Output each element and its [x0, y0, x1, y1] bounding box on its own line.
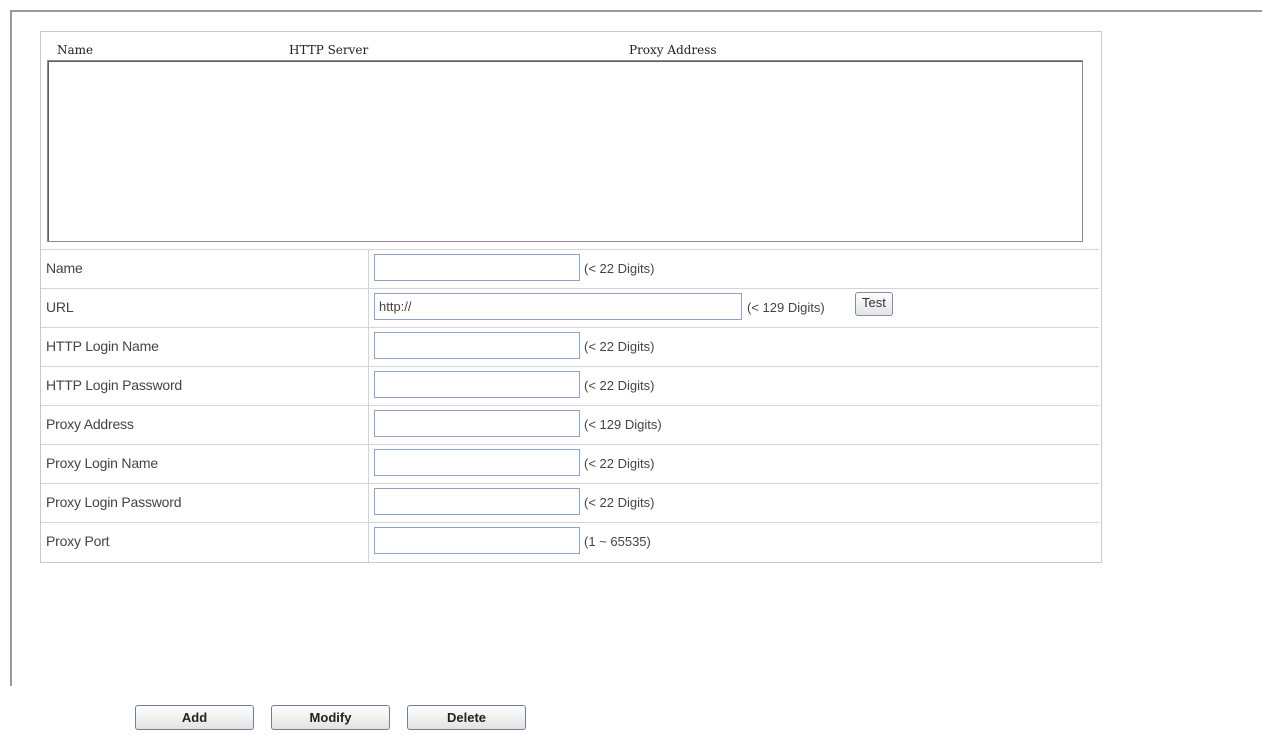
url-hint: (< 129 Digits)	[747, 300, 825, 315]
modify-button[interactable]: Modify	[271, 705, 390, 730]
row-divider	[368, 289, 369, 327]
proxy-settings-panel: Name HTTP Server Proxy Address Name (< 2…	[40, 31, 1102, 563]
form-row-http-login-password: HTTP Login Password (< 22 Digits)	[41, 366, 1099, 405]
http-login-name-input[interactable]	[374, 332, 580, 359]
row-divider	[368, 367, 369, 405]
proxy-login-password-label: Proxy Login Password	[46, 494, 182, 510]
add-button[interactable]: Add	[135, 705, 254, 730]
list-header: Name HTTP Server Proxy Address	[49, 40, 1084, 62]
row-divider	[368, 250, 369, 288]
form-row-url: URL (< 129 Digits) Test	[41, 288, 1099, 327]
form-row-http-login-name: HTTP Login Name (< 22 Digits)	[41, 327, 1099, 366]
row-divider	[368, 523, 369, 562]
form-row-name: Name (< 22 Digits)	[41, 249, 1099, 288]
http-login-name-hint: (< 22 Digits)	[584, 339, 655, 354]
proxy-port-label: Proxy Port	[46, 533, 110, 549]
name-input[interactable]	[374, 254, 580, 281]
column-header-http-server: HTTP Server	[289, 43, 369, 57]
http-login-password-label: HTTP Login Password	[46, 377, 183, 393]
url-input[interactable]	[374, 293, 742, 320]
action-bar: Add Modify Delete	[0, 705, 1262, 733]
http-login-name-label: HTTP Login Name	[46, 338, 159, 354]
proxy-address-label: Proxy Address	[46, 416, 134, 432]
form-row-proxy-login-password: Proxy Login Password (< 22 Digits)	[41, 483, 1099, 522]
row-divider	[368, 445, 369, 483]
form-row-proxy-address: Proxy Address (< 129 Digits)	[41, 405, 1099, 444]
proxy-login-password-hint: (< 22 Digits)	[584, 495, 655, 510]
proxy-address-hint: (< 129 Digits)	[584, 417, 662, 432]
proxy-port-hint: (1 ~ 65535)	[584, 534, 651, 549]
row-divider	[368, 406, 369, 444]
http-login-password-input[interactable]	[374, 371, 580, 398]
http-login-password-hint: (< 22 Digits)	[584, 378, 655, 393]
proxy-login-name-input[interactable]	[374, 449, 580, 476]
column-header-proxy-address: Proxy Address	[629, 43, 717, 57]
name-hint: (< 22 Digits)	[584, 261, 655, 276]
column-header-name: Name	[57, 43, 94, 57]
test-button[interactable]: Test	[855, 292, 893, 316]
name-label: Name	[46, 260, 83, 276]
proxy-address-input[interactable]	[374, 410, 580, 437]
url-label: URL	[46, 299, 74, 315]
proxy-port-input[interactable]	[374, 527, 580, 554]
row-divider	[368, 328, 369, 366]
proxy-login-name-hint: (< 22 Digits)	[584, 456, 655, 471]
form-row-proxy-port: Proxy Port (1 ~ 65535)	[41, 522, 1099, 562]
proxy-login-name-label: Proxy Login Name	[46, 455, 158, 471]
proxy-login-password-input[interactable]	[374, 488, 580, 515]
form-row-proxy-login-name: Proxy Login Name (< 22 Digits)	[41, 444, 1099, 483]
delete-button[interactable]: Delete	[407, 705, 526, 730]
row-divider	[368, 484, 369, 522]
proxy-entries-list[interactable]	[47, 60, 1083, 242]
